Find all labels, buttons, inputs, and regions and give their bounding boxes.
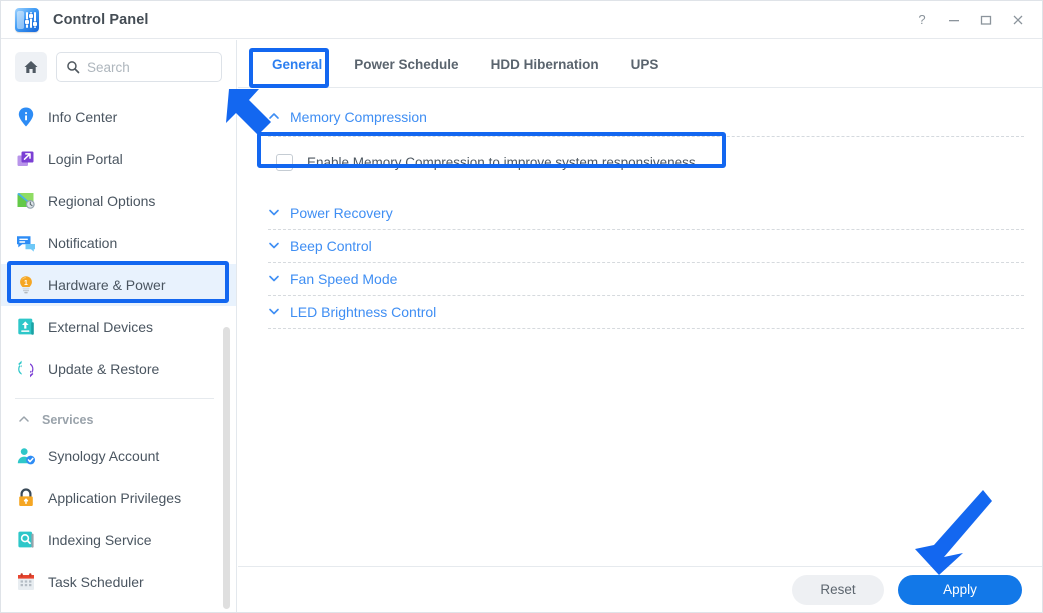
help-button[interactable]: ?: [906, 5, 938, 35]
svg-text:1: 1: [24, 280, 28, 287]
memory-compression-checkbox-row[interactable]: Enable Memory Compression to improve sys…: [256, 145, 1026, 179]
chevron-down-icon: [268, 239, 279, 254]
tab-hdd-hibernation[interactable]: HDD Hibernation: [475, 41, 615, 87]
section-title: LED Brightness Control: [290, 304, 437, 320]
info-center-icon: [15, 106, 37, 128]
sidebar-item-indexing-service[interactable]: Indexing Service: [1, 519, 236, 561]
tab-general[interactable]: General: [256, 41, 338, 87]
footer-bar: Reset Apply: [238, 566, 1042, 612]
application-privileges-icon: [15, 487, 37, 509]
sidebar-item-info-center[interactable]: Info Center: [1, 96, 236, 138]
enable-memory-compression-checkbox[interactable]: [276, 153, 293, 171]
sidebar-group-label: Services: [42, 413, 94, 427]
sidebar-item-label: Update & Restore: [48, 361, 160, 377]
task-scheduler-icon: [15, 571, 37, 593]
tab-label: HDD Hibernation: [490, 56, 599, 72]
sidebar-scrollbar[interactable]: [223, 327, 230, 609]
sidebar-item-external-devices[interactable]: External Devices: [1, 306, 236, 348]
window-controls: ?: [906, 1, 1034, 39]
tab-power-schedule[interactable]: Power Schedule: [338, 41, 474, 87]
sidebar-item-label: Login Portal: [48, 151, 123, 167]
sidebar-item-label: Notification: [48, 235, 118, 251]
sidebar-item-label: Synology Account: [48, 448, 160, 464]
section-title: Power Recovery: [290, 205, 393, 221]
settings-panel: Memory Compression Enable Memory Compres…: [238, 88, 1042, 329]
chevron-down-icon: [268, 206, 279, 221]
section-beep-control[interactable]: Beep Control: [256, 230, 1026, 262]
svg-text:?: ?: [918, 13, 925, 27]
tab-bar: General Power Schedule HDD Hibernation U…: [238, 40, 1042, 88]
sidebar-item-hardware-power[interactable]: 1 Hardware & Power: [1, 264, 236, 306]
tab-ups[interactable]: UPS: [615, 41, 675, 87]
sidebar-item-label: Application Privileges: [48, 490, 182, 506]
checkbox-label: Enable Memory Compression to improve sys…: [307, 154, 696, 170]
collapsible-sections: Power Recovery Beep Control Fan Speed Mo…: [256, 197, 1026, 329]
hardware-power-icon: 1: [15, 274, 37, 296]
main-content: General Power Schedule HDD Hibernation U…: [238, 40, 1042, 612]
sidebar: Search Info Center Login Portal Regional…: [1, 40, 237, 612]
minimize-button[interactable]: [938, 5, 970, 35]
sidebar-search-row: Search: [1, 40, 236, 92]
section-led-brightness-control[interactable]: LED Brightness Control: [256, 296, 1026, 328]
sidebar-item-label: Hardware & Power: [48, 277, 166, 293]
notification-icon: [15, 232, 37, 254]
sidebar-item-regional-options[interactable]: Regional Options: [1, 180, 236, 222]
sidebar-item-update-restore[interactable]: Update & Restore: [1, 348, 236, 390]
control-panel-window: Control Panel ? Search Info Center Login…: [0, 0, 1043, 613]
indexing-service-icon: [15, 529, 37, 551]
sidebar-item-login-portal[interactable]: Login Portal: [1, 138, 236, 180]
external-devices-icon: [15, 316, 37, 338]
search-placeholder: Search: [87, 59, 130, 75]
sidebar-item-label: Info Center: [48, 109, 118, 125]
tab-label: UPS: [630, 56, 659, 72]
apply-button[interactable]: Apply: [898, 574, 1022, 605]
tab-label: General: [272, 56, 323, 72]
sidebar-group-services[interactable]: Services: [1, 405, 236, 435]
chevron-up-icon: [268, 110, 279, 125]
sidebar-item-notification[interactable]: Notification: [1, 222, 236, 264]
home-button[interactable]: [15, 52, 47, 82]
home-icon: [24, 61, 38, 73]
section-title: Fan Speed Mode: [290, 271, 398, 287]
control-panel-icon: [15, 7, 39, 32]
login-portal-icon: [15, 148, 37, 170]
close-button[interactable]: [1002, 5, 1034, 35]
section-separator: [268, 328, 1024, 329]
sidebar-item-label: Task Scheduler: [48, 574, 144, 590]
chevron-down-icon: [268, 305, 279, 320]
window-title: Control Panel: [53, 11, 149, 28]
sidebar-item-label: Indexing Service: [48, 532, 152, 548]
section-memory-compression[interactable]: Memory Compression: [256, 102, 1026, 132]
search-input[interactable]: Search: [56, 52, 222, 82]
tab-label: Power Schedule: [354, 56, 459, 72]
regional-options-icon: [15, 190, 37, 212]
search-icon: [67, 61, 80, 74]
update-restore-icon: [15, 358, 37, 380]
sidebar-nav-list: Info Center Login Portal Regional Option…: [1, 92, 236, 603]
section-title: Beep Control: [290, 238, 372, 254]
chevron-down-icon: [268, 272, 279, 287]
sidebar-divider: [15, 398, 214, 399]
section-title: Memory Compression: [290, 109, 427, 125]
sidebar-item-application-privileges[interactable]: Application Privileges: [1, 477, 236, 519]
sidebar-item-synology-account[interactable]: Synology Account: [1, 435, 236, 477]
section-separator: [268, 136, 1024, 137]
section-fan-speed-mode[interactable]: Fan Speed Mode: [256, 263, 1026, 295]
sidebar-item-task-scheduler[interactable]: Task Scheduler: [1, 561, 236, 603]
chevron-up-icon: [18, 413, 30, 428]
sidebar-item-label: External Devices: [48, 319, 154, 335]
sidebar-item-label: Regional Options: [48, 193, 156, 209]
synology-account-icon: [15, 445, 37, 467]
title-bar: Control Panel ?: [1, 1, 1042, 39]
maximize-button[interactable]: [970, 5, 1002, 35]
reset-button[interactable]: Reset: [792, 574, 884, 605]
section-power-recovery[interactable]: Power Recovery: [256, 197, 1026, 229]
